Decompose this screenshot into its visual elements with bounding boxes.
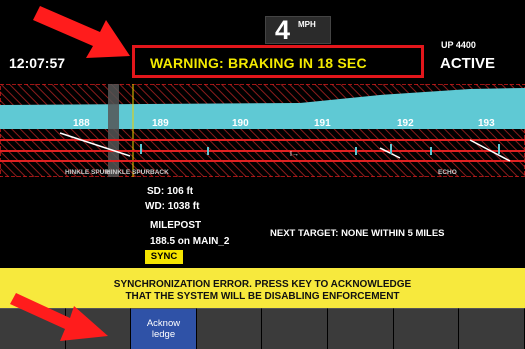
acknowledge-label: Acknow ledge <box>146 318 181 340</box>
milepost-label: 191 <box>314 118 331 129</box>
speed-value: 4 <box>275 15 291 45</box>
signal-marker <box>207 147 209 155</box>
milepost-value: 188.5 on MAIN_2 <box>150 236 230 247</box>
clock: 12:07:57 <box>9 55 66 71</box>
milepost-label: 189 <box>152 118 169 129</box>
milepost-heading: MILEPOST <box>150 220 202 231</box>
sync-badge: SYNC <box>145 250 183 264</box>
softkey-bar: Acknow ledge <box>0 308 525 349</box>
milepost-label: 193 <box>478 118 495 129</box>
message-line-2: THAT THE SYSTEM WILL BE DISABLING ENFORC… <box>125 291 400 302</box>
signal-marker <box>140 144 142 154</box>
softkey-5[interactable] <box>262 308 328 349</box>
softkey-1[interactable] <box>0 308 66 349</box>
station-label: ECHO <box>438 169 457 176</box>
stopping-distance: SD: 106 ft <box>147 186 194 197</box>
milepost-label: 192 <box>397 118 414 129</box>
message-line-1: SYNCHRONIZATION ERROR. PRESS KEY TO ACKN… <box>113 279 412 290</box>
softkey-6[interactable] <box>327 308 394 349</box>
signal-marker <box>355 147 357 155</box>
next-target: NEXT TARGET: NONE WITHIN 5 MILES <box>270 228 445 239</box>
milepost-label: 188 <box>73 118 90 129</box>
warning-distance: WD: 1038 ft <box>145 201 200 212</box>
softkey-8[interactable] <box>459 308 525 349</box>
position-marker <box>108 84 119 177</box>
arrow-icon <box>33 6 130 58</box>
signal-marker <box>390 144 392 154</box>
direction-indicator: UP 4400 <box>441 40 476 50</box>
status-text: ACTIVE <box>440 55 496 72</box>
track-display: 188 189 190 191 192 193 I→ HINKLE SPUR H… <box>0 84 525 177</box>
softkey-2[interactable] <box>65 308 132 349</box>
station-label: HINKLE SPUR <box>65 169 109 176</box>
acknowledge-button[interactable]: Acknow ledge <box>131 308 197 349</box>
station-label: BACK <box>150 169 169 176</box>
speed-unit: MPH <box>298 20 316 29</box>
milepost-label: 190 <box>232 118 249 129</box>
softkey-7[interactable] <box>393 308 460 349</box>
signal-marker <box>430 147 432 155</box>
signal-marker <box>498 144 500 154</box>
warning-text: WARNING: BRAKING IN 18 SEC <box>150 55 367 71</box>
arrow-marker: I→ <box>290 151 299 158</box>
softkey-4[interactable] <box>196 308 263 349</box>
station-label: HINKLE SPUR <box>106 169 150 176</box>
